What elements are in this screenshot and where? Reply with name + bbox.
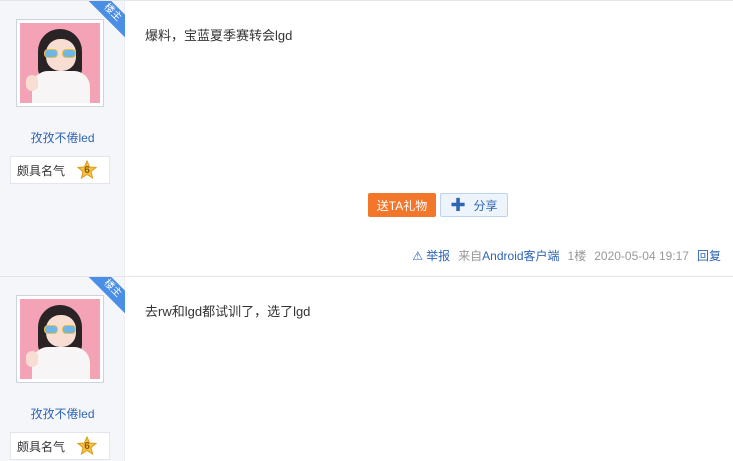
post-timestamp: 2020-05-04 19:17 [594, 248, 689, 263]
author-sidebar: 楼主 孜孜不倦led 颇具名气 6 [0, 1, 125, 276]
post-actions: 送TA礼物 ✚ 分享 [368, 193, 508, 217]
thread-starter-tag: 楼主 [81, 1, 125, 44]
star-icon: 6 [77, 436, 98, 456]
username-link[interactable]: 孜孜不倦led [0, 129, 125, 146]
post-text: 去rw和lgd都试训了，选了lgd [145, 304, 311, 319]
user-level-badge[interactable]: 颇具名气 6 [10, 156, 110, 184]
source-client-link[interactable]: Android客户端 [482, 249, 559, 263]
star-icon: 6 [77, 160, 98, 180]
post-content: 爆料，宝蓝夏季赛转会lgd 送TA礼物 ✚ 分享 ⚠ 举报 来自Android客… [126, 1, 733, 276]
send-gift-button[interactable]: 送TA礼物 [368, 193, 436, 217]
post-footer: ⚠ 举报 来自Android客户端 1楼 2020-05-04 19:17 回复 [412, 247, 721, 264]
warning-icon: ⚠ [412, 248, 424, 263]
badge-level: 6 [84, 164, 90, 176]
post-content: 去rw和lgd都试训了，选了lgd [126, 277, 733, 461]
user-level-badge[interactable]: 颇具名气 6 [10, 432, 110, 460]
report-link[interactable]: ⚠ 举报 [412, 247, 450, 264]
post-text: 爆料，宝蓝夏季赛转会lgd [145, 28, 293, 43]
share-button[interactable]: ✚ 分享 [440, 193, 508, 217]
reply-link[interactable]: 回复 [697, 247, 721, 264]
thread-starter-tag: 楼主 [81, 277, 125, 320]
thread-starter-ribbon: 楼主 [80, 277, 125, 322]
post-floor-1: 楼主 孜孜不倦led 颇具名气 6 爆料，宝蓝夏季赛转会lgd 送TA礼物 ✚ … [0, 0, 733, 276]
badge-label: 颇具名气 [17, 163, 66, 178]
username-link[interactable]: 孜孜不倦led [0, 405, 125, 422]
share-label: 分享 [473, 198, 498, 213]
author-sidebar: 楼主 孜孜不倦led 颇具名气 6 [0, 277, 125, 461]
floor-number: 1楼 [567, 249, 587, 263]
badge-level: 6 [84, 440, 90, 452]
post-floor-2: 楼主 孜孜不倦led 颇具名气 6 去rw和lgd都试训了，选了lgd [0, 276, 733, 461]
post-source: 来自Android客户端 [458, 249, 560, 263]
thread-starter-ribbon: 楼主 [80, 1, 125, 46]
badge-label: 颇具名气 [17, 439, 66, 454]
plus-icon: ✚ [450, 195, 466, 215]
report-label: 举报 [426, 249, 451, 263]
